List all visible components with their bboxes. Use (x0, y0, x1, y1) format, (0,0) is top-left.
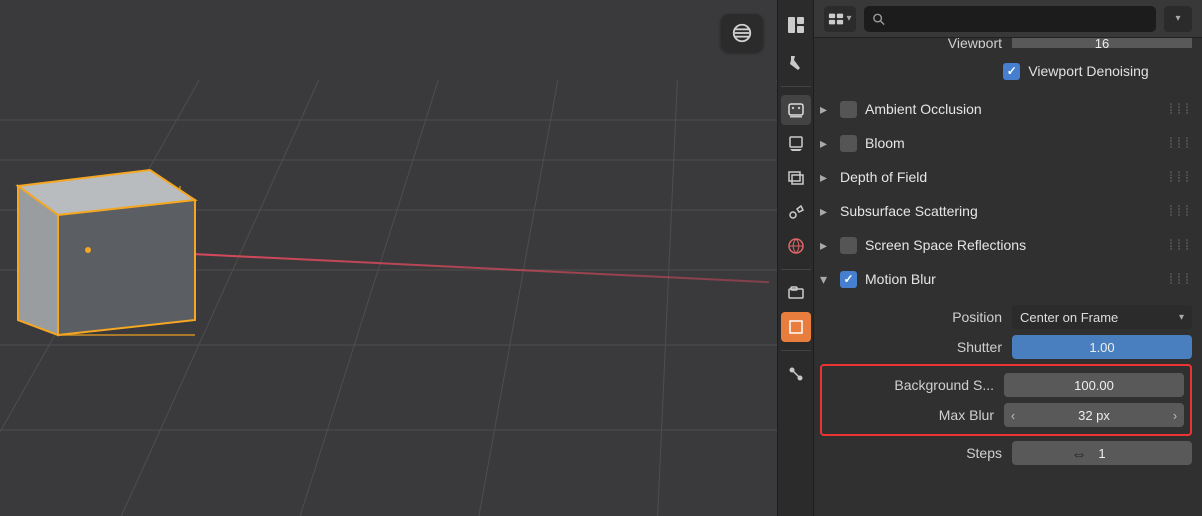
motion-blur-checkbox[interactable] (840, 271, 857, 288)
section-label: Subsurface Scattering (840, 203, 978, 219)
section-ambient-occlusion[interactable]: ▸ Ambient Occlusion ┊┊┊ (820, 92, 1192, 126)
mb-background-label: Background S... (864, 377, 994, 393)
editor-type-button[interactable] (781, 6, 811, 44)
drag-icon[interactable]: ┊┊┊ (1168, 274, 1192, 285)
increment-icon[interactable]: › (1166, 403, 1184, 427)
tab-constraints[interactable] (781, 359, 811, 389)
section-label: Screen Space Reflections (865, 237, 1026, 253)
section-bloom[interactable]: ▸ Bloom ┊┊┊ (820, 126, 1192, 160)
samples-row-viewport: Viewport 16 (820, 38, 1192, 48)
mb-steps-field[interactable]: 1 (1012, 441, 1192, 465)
viewport-shading-button[interactable] (721, 14, 763, 52)
viewport-denoise-checkbox[interactable] (1003, 63, 1020, 80)
samples-viewport-field[interactable]: 16 (1012, 38, 1192, 48)
mb-maxblur-field[interactable]: ‹ 32 px › (1004, 403, 1184, 427)
viewport-3d[interactable] (0, 0, 777, 516)
separator (781, 86, 811, 87)
mb-maxblur-row: Max Blur ‹ 32 px › (828, 400, 1184, 430)
options-dropdown[interactable]: ▾ (1164, 6, 1192, 32)
tab-render[interactable] (781, 95, 811, 125)
section-ssr[interactable]: ▸ Screen Space Reflections ┊┊┊ (820, 228, 1192, 262)
mb-shutter-label: Shutter (872, 339, 1002, 355)
tab-world[interactable] (781, 231, 811, 261)
drag-icon[interactable]: ┊┊┊ (1168, 138, 1192, 149)
mb-background-row: Background S... 100.00 (828, 370, 1184, 400)
drag-icon[interactable]: ┊┊┊ (1168, 172, 1192, 183)
highlight-annotation: Background S... 100.00 Max Blur ‹ 32 px … (820, 364, 1192, 436)
section-label: Depth of Field (840, 169, 927, 185)
selected-cube[interactable] (10, 150, 200, 340)
separator (781, 350, 811, 351)
search-field[interactable] (889, 11, 1148, 26)
mb-steps-row: Steps 1 (820, 438, 1192, 468)
disclosure-icon: ▸ (820, 101, 832, 118)
render-properties-panel: ▾ ▾ Viewport 16 Viewport Denoising ▸ (814, 0, 1202, 516)
properties-region: ▾ ▾ Viewport 16 Viewport Denoising ▸ (777, 0, 1202, 516)
tab-scene[interactable] (781, 197, 811, 227)
panel-header: ▾ ▾ (814, 0, 1202, 38)
decrement-icon[interactable]: ‹ (1004, 403, 1022, 427)
search-input[interactable] (864, 6, 1156, 32)
properties-tabs (777, 0, 814, 516)
tab-output[interactable] (781, 129, 811, 159)
ssr-checkbox[interactable] (840, 237, 857, 254)
section-dof[interactable]: ▸ Depth of Field ┊┊┊ (820, 160, 1192, 194)
tab-view-layer[interactable] (781, 163, 811, 193)
section-label: Ambient Occlusion (865, 101, 982, 117)
mb-maxblur-label: Max Blur (864, 407, 994, 423)
tab-collection[interactable] (781, 278, 811, 308)
mb-background-field[interactable]: 100.00 (1004, 373, 1184, 397)
mb-position-row: Position Center on Frame ▾ (820, 302, 1192, 332)
section-sss[interactable]: ▸ Subsurface Scattering ┊┊┊ (820, 194, 1192, 228)
chevron-down-icon: ▾ (1179, 312, 1184, 323)
section-label: Bloom (865, 135, 905, 151)
disclosure-icon: ▾ (820, 271, 832, 288)
disclosure-icon: ▸ (820, 169, 832, 186)
mb-steps-label: Steps (872, 445, 1002, 461)
disclosure-icon: ▸ (820, 135, 832, 152)
tab-tool[interactable] (781, 48, 811, 78)
mb-position-value: Center on Frame (1020, 310, 1118, 325)
disclosure-icon: ▸ (820, 203, 832, 220)
mb-position-label: Position (872, 309, 1002, 325)
bloom-checkbox[interactable] (840, 135, 857, 152)
mb-shutter-row: Shutter 1.00 (820, 332, 1192, 362)
viewport-denoise-label: Viewport Denoising (1028, 63, 1148, 79)
pin-options-button[interactable]: ▾ (824, 6, 856, 32)
drag-icon[interactable]: ┊┊┊ (1168, 104, 1192, 115)
ao-checkbox[interactable] (840, 101, 857, 118)
section-label: Motion Blur (865, 271, 936, 287)
mb-shutter-field[interactable]: 1.00 (1012, 335, 1192, 359)
samples-viewport-label: Viewport (872, 38, 1002, 48)
drag-icon[interactable]: ┊┊┊ (1168, 206, 1192, 217)
separator (781, 269, 811, 270)
section-motion-blur[interactable]: ▾ Motion Blur ┊┊┊ (820, 262, 1192, 296)
tab-object[interactable] (781, 312, 811, 342)
drag-icon[interactable]: ┊┊┊ (1168, 240, 1192, 251)
mb-position-dropdown[interactable]: Center on Frame ▾ (1012, 305, 1192, 329)
viewport-denoise-row: Viewport Denoising (820, 56, 1192, 86)
disclosure-icon: ▸ (820, 237, 832, 254)
